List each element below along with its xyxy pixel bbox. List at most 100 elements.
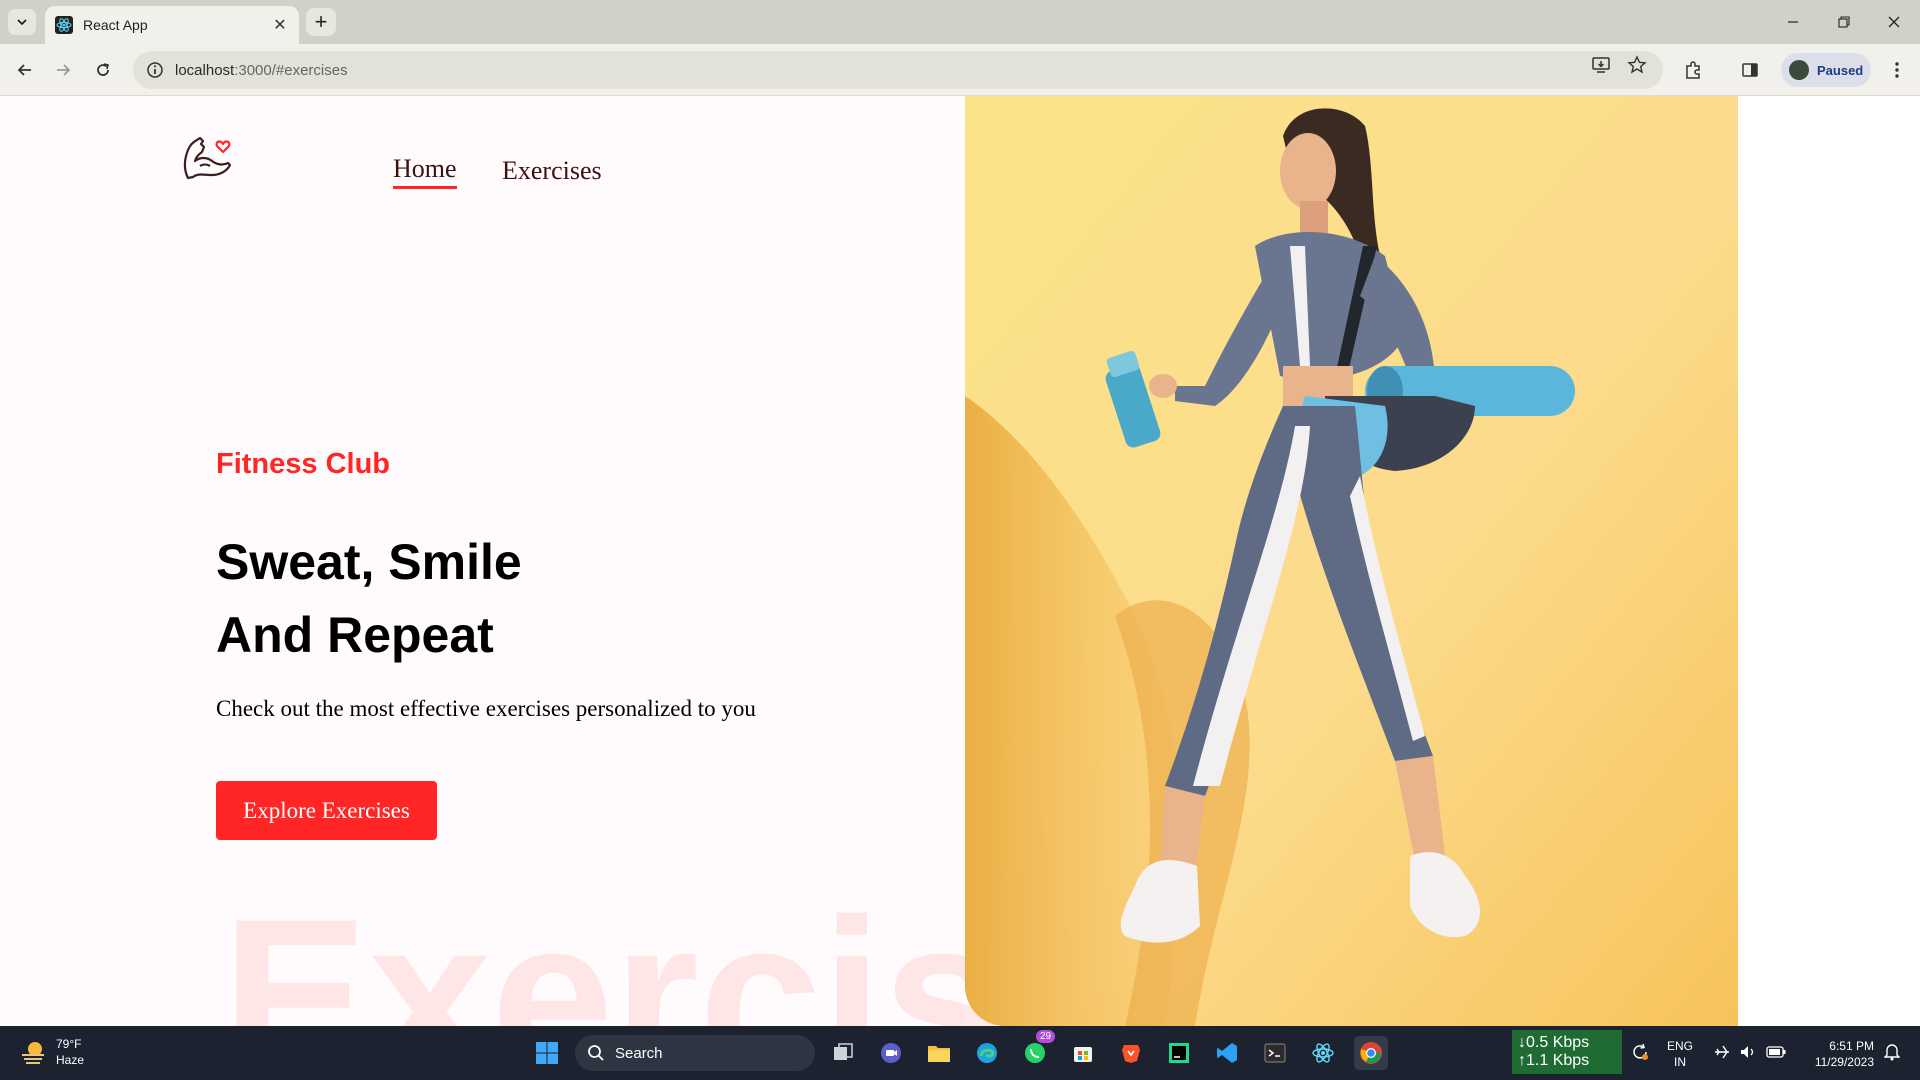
start-button[interactable] [530,1036,564,1070]
site-info-icon[interactable] [145,60,165,80]
weather-temperature: 79°F [56,1037,82,1051]
avatar [1789,60,1809,80]
speaker-icon [1741,1046,1754,1058]
browser-menu-button[interactable] [1884,57,1910,83]
volume-button[interactable] [1738,1042,1758,1062]
search-icon [588,1045,604,1061]
tab-title: React App [83,17,148,33]
airplane-icon [1715,1045,1729,1059]
side-panel-icon [1742,63,1758,77]
tab-search-button[interactable] [8,9,36,35]
weather-widget[interactable]: 79°F Haze [18,1036,84,1068]
bell-icon [1884,1044,1900,1061]
sync-tray-button[interactable] [1630,1042,1650,1062]
file-explorer-app[interactable] [922,1036,956,1070]
vscode-app[interactable] [1210,1036,1244,1070]
hero-banner-image [965,96,1738,1026]
forward-button[interactable] [49,56,77,84]
install-icon [1592,57,1610,73]
bookmark-button[interactable] [1625,53,1649,77]
hero-title: Sweat, Smile And Repeat [216,526,916,672]
clock-date: 11/29/2023 [1814,1055,1874,1069]
brave-app[interactable] [1114,1036,1148,1070]
react-atom-icon [1312,1043,1334,1063]
nav-exercises-link[interactable]: Exercises [502,156,602,186]
hero-description: Check out the most effective exercises p… [216,696,756,721]
reload-button[interactable] [89,56,117,84]
language-code: ENG [1667,1039,1694,1053]
sync-icon [1633,1043,1648,1060]
whatsapp-badge: 29 [1036,1030,1056,1043]
task-view-button[interactable] [826,1036,860,1070]
extensions-button[interactable] [1680,57,1706,83]
restore-button[interactable] [1829,10,1859,34]
url-host: localhost [175,61,235,79]
notifications-button[interactable] [1882,1042,1902,1062]
pycharm-icon [1169,1043,1189,1063]
task-view-icon [834,1043,853,1060]
store-app[interactable] [1066,1036,1100,1070]
reload-icon [97,63,109,76]
terminal-app[interactable] [1258,1036,1292,1070]
explore-exercises-button[interactable]: Explore Exercises [216,781,437,840]
airplane-mode-button[interactable] [1712,1042,1732,1062]
minimize-button[interactable] [1778,10,1808,34]
download-speed: ↓0.5 Kbps [1518,1034,1590,1051]
network-speed-widget: ↓0.5 Kbps ↑1.1 Kbps [1512,1030,1622,1074]
profile-status: Paused [1817,62,1864,78]
side-panel-button[interactable] [1737,57,1763,83]
brave-lion-icon [1122,1045,1140,1063]
chrome-app-active[interactable] [1354,1036,1388,1070]
os-taskbar: 79°F Haze Search 29 ↓0.5 Kbps ↑1.1 Kbps … [0,1026,1920,1080]
windows-logo-icon [536,1042,558,1064]
haze-sun-icon [22,1042,44,1064]
nav-home-link[interactable]: Home [393,154,457,189]
vscode-icon [1217,1043,1237,1063]
region-code: IN [1674,1055,1686,1069]
star-icon [1627,55,1647,74]
restore-icon [1838,16,1850,28]
upload-speed: ↑1.1 Kbps [1518,1052,1590,1069]
web-page: Home Exercises Fitness Club Sweat, Smile… [0,96,1920,1026]
new-tab-button[interactable]: + [306,8,336,36]
react-devtools-app[interactable] [1306,1036,1340,1070]
store-icon [1074,1047,1092,1062]
pycharm-app[interactable] [1162,1036,1196,1070]
folder-icon [928,1046,950,1062]
close-icon [1888,16,1900,28]
browser-tab-active[interactable]: React App ✕ [45,6,299,44]
browser-toolbar: localhost:3000/#exercises Paused [0,44,1920,96]
back-button[interactable] [11,56,39,84]
battery-icon [1766,1046,1786,1058]
hero-title-line-1: Sweat, Smile [216,534,522,590]
taskbar-search[interactable]: Search [575,1035,815,1071]
chevron-down-icon [17,19,27,26]
terminal-icon [1264,1043,1286,1063]
tab-close-icon[interactable]: ✕ [271,15,289,35]
close-window-button[interactable] [1879,10,1909,34]
teams-app[interactable] [874,1036,908,1070]
url-path: :3000/#exercises [234,61,348,79]
whatsapp-app[interactable]: 29 [1018,1030,1056,1070]
edge-browser-icon [977,1043,997,1063]
flexed-arm-logo-icon[interactable] [180,130,238,188]
video-chat-icon [881,1043,901,1063]
system-clock[interactable]: 6:51 PM 11/29/2023 [1796,1038,1874,1070]
browser-tab-strip: React App ✕ + [0,0,1920,44]
hero-title-line-2: And Repeat [216,607,494,663]
address-bar[interactable]: localhost:3000/#exercises [133,51,1663,89]
kebab-menu-icon [1895,62,1899,78]
language-indicator[interactable]: ENG IN [1667,1038,1693,1070]
react-favicon-icon [55,16,73,34]
hero-kicker: Fitness Club [216,448,391,480]
profile-chip[interactable]: Paused [1781,53,1871,87]
minimize-icon [1788,21,1798,23]
battery-button[interactable] [1766,1042,1786,1062]
clock-time: 6:51 PM [1829,1039,1874,1053]
edge-app[interactable] [970,1036,1004,1070]
search-label: Search [615,1044,663,1062]
arrow-right-icon [57,64,71,76]
arrow-left-icon [17,64,31,76]
hero-watermark-text: Exercis [222,873,1005,1026]
install-app-button[interactable] [1589,53,1613,77]
